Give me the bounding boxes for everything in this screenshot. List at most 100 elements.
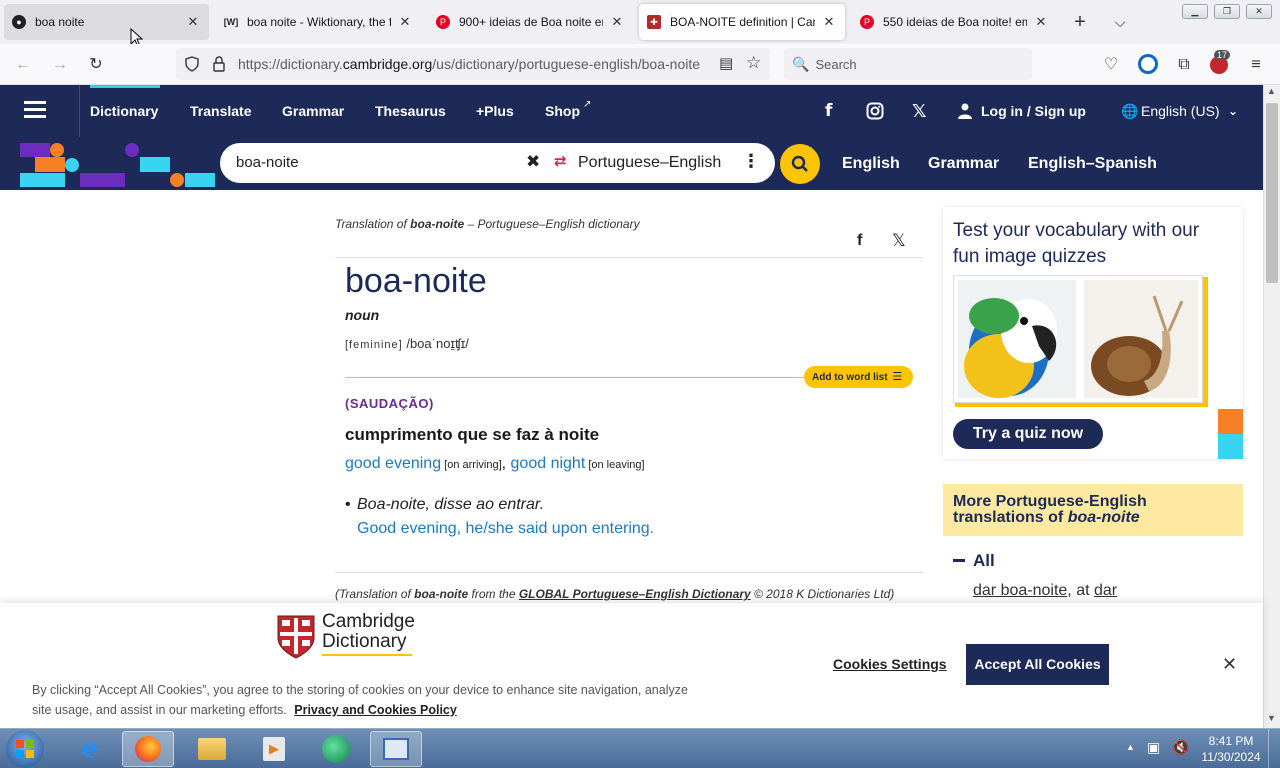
- network-icon[interactable]: ▣: [1147, 739, 1160, 756]
- sense-label: (SAUDAÇÃO): [345, 396, 434, 411]
- tracking-shield-icon[interactable]: [184, 56, 200, 72]
- clock-time: 8:41 PM: [1208, 734, 1254, 748]
- forward-arrow-icon[interactable]: →: [49, 54, 71, 76]
- url-domain: cambridge.org: [342, 56, 433, 72]
- volume-muted-icon[interactable]: 🔇: [1172, 739, 1189, 756]
- tab-wiktionary[interactable]: [W] boa noite - Wiktionary, the fr ✕: [216, 4, 421, 40]
- site-menu-icon[interactable]: [24, 101, 46, 119]
- close-tab-icon[interactable]: ✕: [397, 14, 413, 30]
- share-x-icon[interactable]: 𝕏: [892, 231, 906, 251]
- nav-translate[interactable]: Translate: [190, 85, 251, 137]
- vpn-icon[interactable]: [1138, 54, 1158, 74]
- related-link-dar[interactable]: dar: [1094, 582, 1117, 599]
- related-link-dar-boa-noite[interactable]: dar boa-noite: [973, 582, 1067, 599]
- pocket-icon[interactable]: ♡: [1100, 54, 1122, 76]
- all-toggle[interactable]: All: [973, 551, 995, 571]
- page-scrollbar[interactable]: ▲ ▼: [1263, 85, 1280, 728]
- accept-cookies-button[interactable]: Accept All Cookies: [966, 644, 1109, 685]
- tab-boa-noite[interactable]: ● boa noite ✕: [4, 4, 209, 40]
- search-submit-button[interactable]: [780, 144, 820, 184]
- quick-link-grammar[interactable]: Grammar: [928, 137, 999, 190]
- tab-title: 550 ideias de Boa noite! em 2: [883, 15, 1027, 29]
- address-bar[interactable]: https://dictionary.cambridge.org/us/dict…: [176, 48, 770, 80]
- login-signup-link[interactable]: Log in / Sign up: [981, 85, 1086, 137]
- privacy-policy-link[interactable]: Privacy and Cookies Policy: [294, 703, 457, 717]
- reload-icon[interactable]: ↻: [85, 54, 107, 76]
- firefox-icon[interactable]: [122, 731, 174, 767]
- try-quiz-button[interactable]: Try a quiz now: [953, 419, 1103, 449]
- show-desktop-button[interactable]: [1268, 729, 1280, 768]
- source-dictionary-link[interactable]: GLOBAL Portuguese–English Dictionary: [519, 587, 751, 601]
- nav-grammar[interactable]: Grammar: [282, 85, 344, 137]
- user-icon: [958, 103, 972, 119]
- scroll-up-icon[interactable]: ▲: [1267, 86, 1276, 96]
- search-engine-icon: 🔍: [792, 55, 810, 72]
- tab-strip: ● boa noite ✕ [W] boa noite - Wiktionary…: [0, 0, 1280, 48]
- navigation-toolbar: ← → ↻ https://dictionary.cambridge.org/u…: [0, 44, 1280, 85]
- facebook-icon[interactable]: f: [825, 85, 832, 137]
- close-tab-icon[interactable]: ✕: [821, 14, 837, 30]
- scrollbar-thumb[interactable]: [1266, 103, 1278, 283]
- more-options-icon[interactable]: ⋮: [742, 151, 760, 172]
- close-tab-icon[interactable]: ✕: [185, 14, 201, 30]
- chevron-down-icon[interactable]: ⌄: [1228, 85, 1238, 137]
- brand-line-2: Dictionary: [322, 631, 407, 652]
- collapse-minus-icon[interactable]: [953, 559, 965, 562]
- close-banner-icon[interactable]: ✕: [1222, 654, 1237, 675]
- nav-thesaurus[interactable]: Thesaurus: [375, 85, 446, 137]
- close-tab-icon[interactable]: ✕: [1033, 14, 1049, 30]
- internet-explorer-icon[interactable]: e: [64, 731, 116, 767]
- quick-link-english-spanish[interactable]: English–Spanish: [1028, 137, 1157, 190]
- x-twitter-icon[interactable]: 𝕏: [912, 85, 927, 137]
- language-selector[interactable]: English (US): [1141, 85, 1220, 137]
- restore-window-icon[interactable]: ❐: [1214, 4, 1240, 19]
- hamburger-menu-icon[interactable]: ≡: [1245, 54, 1267, 76]
- cookie-settings-button[interactable]: Cookies Settings: [833, 656, 947, 672]
- translation-good-night[interactable]: good night: [511, 455, 586, 472]
- cookie-text: By clicking “Accept All Cookies”, you ag…: [32, 680, 692, 720]
- chat-app-icon[interactable]: [310, 731, 362, 767]
- clock[interactable]: 8:41 PM 11/30/2024: [1198, 733, 1264, 765]
- control-panel-icon[interactable]: [370, 731, 422, 767]
- ipa: /boaˈnoɪ̯ʧɪ/: [406, 336, 469, 351]
- extensions-puzzle-icon[interactable]: ⧉: [1173, 54, 1195, 76]
- file-explorer-icon[interactable]: [186, 731, 238, 767]
- quick-link-english[interactable]: English: [842, 137, 900, 190]
- back-arrow-icon[interactable]: ←: [12, 54, 34, 76]
- padlock-icon[interactable]: [212, 55, 226, 73]
- new-tab-plus-icon[interactable]: +: [1068, 10, 1092, 34]
- clear-search-icon[interactable]: ✖: [526, 152, 540, 172]
- add-to-word-list-button[interactable]: Add to word list ☰: [804, 366, 913, 388]
- translation-list: good evening [on arriving], good night […: [345, 455, 645, 472]
- dictionary-selector[interactable]: Portuguese–English: [578, 154, 721, 172]
- close-window-icon[interactable]: ✕: [1246, 4, 1272, 19]
- tray-expand-icon[interactable]: ▲: [1126, 742, 1135, 752]
- tab-cambridge[interactable]: ✚ BOA-NOITE definition | Cam ✕: [639, 4, 845, 40]
- nav-plus[interactable]: +Plus: [476, 85, 514, 137]
- brand-underline: [322, 654, 412, 656]
- search-input[interactable]: boa-noite: [236, 154, 299, 171]
- bookmark-star-icon[interactable]: ☆: [746, 53, 761, 73]
- minimize-window-icon[interactable]: ▁: [1182, 4, 1208, 19]
- media-player-icon[interactable]: ▶: [248, 731, 300, 767]
- cookie-banner: Cambridge Dictionary By clicking “Accept…: [0, 603, 1263, 728]
- dictionary-search-box[interactable]: boa-noite ✖ ⇄ Portuguese–English ⋮: [220, 143, 775, 183]
- nav-shop[interactable]: Shop: [545, 85, 580, 137]
- search-icon: [791, 155, 808, 172]
- share-facebook-icon[interactable]: f: [857, 232, 862, 250]
- tab-pinterest-2[interactable]: P 550 ideias de Boa noite! em 2 ✕: [852, 4, 1057, 40]
- instagram-icon[interactable]: [866, 102, 884, 120]
- tab-pinterest-1[interactable]: P 900+ ideias de Boa noite em ✕: [428, 4, 633, 40]
- list-icon: ☰: [892, 371, 903, 383]
- nav-dictionary[interactable]: Dictionary: [90, 85, 158, 137]
- start-button[interactable]: [6, 730, 44, 768]
- scroll-down-icon[interactable]: ▼: [1267, 713, 1276, 723]
- reader-view-icon[interactable]: ▤: [719, 54, 733, 72]
- url-text[interactable]: https://dictionary.cambridge.org/us/dict…: [238, 56, 700, 72]
- translation-good-evening[interactable]: good evening: [345, 455, 441, 472]
- list-tabs-chevron-icon[interactable]: ⌵: [1108, 10, 1132, 34]
- headword: boa-noite: [345, 262, 487, 300]
- search-bar[interactable]: 🔍 Search: [784, 48, 1032, 80]
- close-tab-icon[interactable]: ✕: [609, 14, 625, 30]
- quiz-image[interactable]: [953, 275, 1203, 403]
